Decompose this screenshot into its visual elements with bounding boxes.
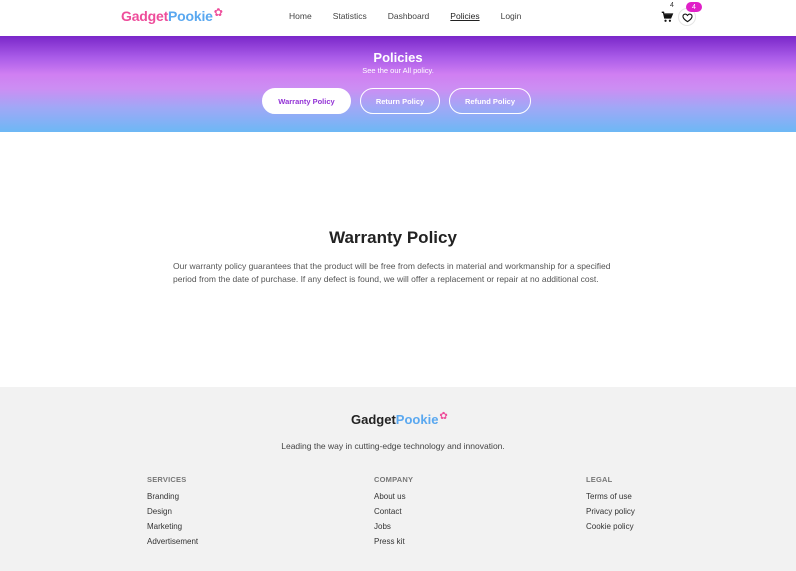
footer-logo[interactable]: Gadget Pookie ✿ [351, 410, 448, 428]
nav-links: Home Statistics Dashboard Policies Login [289, 11, 542, 21]
footer-logo-pookie-text: Pookie [395, 412, 439, 427]
tab-warranty-policy[interactable]: Warranty Policy [262, 88, 351, 114]
bow-icon: ✿ [439, 410, 448, 422]
tab-return-policy[interactable]: Return Policy [360, 88, 440, 114]
footer-legal-heading: LEGAL [586, 475, 613, 484]
page-subtitle: See the our All policy. [362, 66, 434, 75]
footer-link-jobs[interactable]: Jobs [374, 522, 413, 537]
footer-company-heading: COMPANY [374, 475, 414, 484]
footer-link-marketing[interactable]: Marketing [147, 522, 198, 537]
footer-logo-gadget-text: Gadget [351, 412, 396, 427]
policy-body: Our warranty policy guarantees that the … [173, 261, 611, 284]
nav-link-statistics[interactable]: Statistics [333, 11, 367, 21]
bow-icon: ✿ [213, 6, 223, 19]
footer-link-contact[interactable]: Contact [374, 507, 413, 522]
heart-icon [681, 13, 693, 22]
policy-title: Warranty Policy [329, 228, 457, 247]
footer-link-advertisement[interactable]: Advertisement [147, 537, 198, 552]
wishlist-count-badge: 4 [686, 2, 702, 12]
nav-link-policies[interactable]: Policies [450, 11, 479, 21]
nav-link-login[interactable]: Login [501, 11, 522, 21]
footer-link-privacy-policy[interactable]: Privacy policy [586, 507, 635, 522]
footer-link-cookie-policy[interactable]: Cookie policy [586, 522, 635, 537]
cart-icon[interactable] [660, 10, 674, 24]
footer-tagline: Leading the way in cutting-edge technolo… [281, 441, 505, 451]
footer-link-branding[interactable]: Branding [147, 492, 198, 507]
policies-banner: Policies See the our All policy. Warrant… [0, 36, 796, 132]
footer-services-heading: SERVICES [147, 475, 187, 484]
nav-link-home[interactable]: Home [289, 11, 312, 21]
page-title: Policies [373, 50, 423, 65]
logo-gadget-text: Gadget [121, 8, 169, 24]
tab-refund-policy[interactable]: Refund Policy [449, 88, 531, 114]
logo-pookie-text: Pookie [168, 8, 213, 24]
footer-link-about-us[interactable]: About us [374, 492, 413, 507]
footer-services-column: SERVICES Branding Design Marketing Adver… [147, 475, 198, 552]
footer-link-terms-of-use[interactable]: Terms of use [586, 492, 635, 507]
nav-link-dashboard[interactable]: Dashboard [388, 11, 430, 21]
footer-link-press-kit[interactable]: Press kit [374, 537, 413, 552]
footer-link-design[interactable]: Design [147, 507, 198, 522]
footer-company-column: COMPANY About us Contact Jobs Press kit [374, 475, 413, 552]
footer: Gadget Pookie ✿ Leading the way in cutting… [0, 387, 796, 571]
footer-legal-column: LEGAL Terms of use Privacy policy Cookie… [586, 475, 635, 537]
navbar: Gadget Pookie ✿ Home Statistics Dashboard … [0, 0, 796, 36]
cart-count: 4 [670, 2, 674, 9]
brand-logo[interactable]: Gadget Pookie ✿ [121, 6, 223, 26]
